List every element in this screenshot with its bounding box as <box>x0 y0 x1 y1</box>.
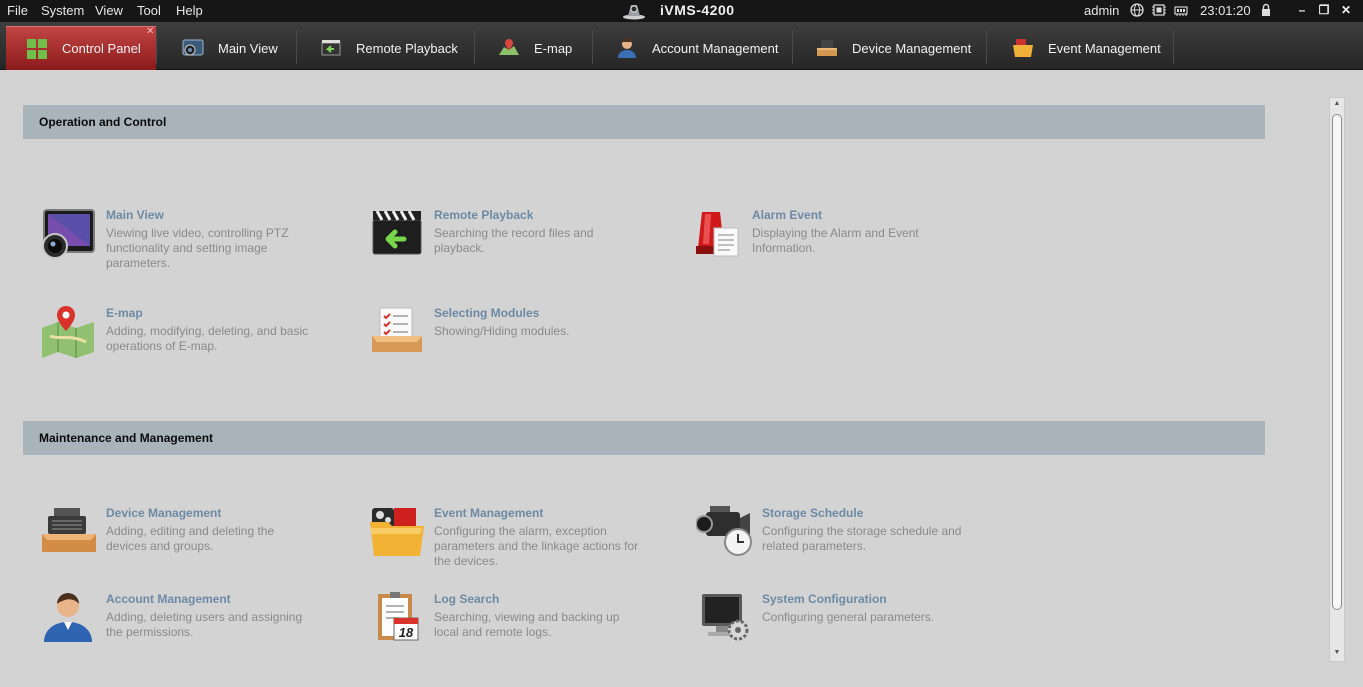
module-device-management[interactable]: Device Management Adding, editing and de… <box>40 506 340 556</box>
module-title: Account Management <box>106 592 231 606</box>
module-event-management[interactable]: Event Management Configuring the alarm, … <box>368 506 668 571</box>
module-emap[interactable]: E-map Adding, modifying, deleting, and b… <box>40 306 340 358</box>
tab-label: Device Management <box>852 40 972 56</box>
minimize-button[interactable]: – <box>1292 1 1312 19</box>
account-icon <box>618 37 636 58</box>
lock-icon[interactable] <box>1259 3 1273 17</box>
calendar-clipboard-icon: 18 <box>378 592 419 641</box>
device-tray-icon <box>42 508 96 552</box>
section-header-maintenance: Maintenance and Management <box>23 421 1265 455</box>
module-title: System Configuration <box>762 592 887 606</box>
camcorder-clock-icon <box>696 506 752 556</box>
tab-label: Main View <box>218 40 278 56</box>
module-description: Viewing live video, controlling PTZ func… <box>106 226 289 270</box>
module-title: Storage Schedule <box>762 506 864 520</box>
tab-label: Remote Playback <box>356 40 458 56</box>
main-tab-bar: Control Panel ✕ Main View Remote Playbac… <box>0 22 1363 70</box>
module-description: Showing/Hiding modules. <box>434 324 570 338</box>
module-title: Alarm Event <box>752 208 823 222</box>
tab-main-view[interactable]: Main View <box>182 26 278 70</box>
calendar-day-number: 18 <box>399 625 414 640</box>
tab-control-panel[interactable]: Control Panel <box>6 26 156 70</box>
checklist-tray-icon <box>372 307 422 352</box>
module-account-management[interactable]: Account Management Adding, deleting user… <box>40 592 340 642</box>
current-user[interactable]: admin <box>1084 3 1119 18</box>
restore-button[interactable]: ❐ <box>1314 1 1334 19</box>
clock: 23:01:20 <box>1200 3 1251 18</box>
module-description: Searching, viewing and backing up local … <box>434 610 620 639</box>
module-title: Device Management <box>106 506 222 520</box>
module-title: Remote Playback <box>434 208 534 222</box>
scroll-up-arrow-icon[interactable]: ▲ <box>1332 100 1342 107</box>
alarm-light-icon <box>696 212 739 257</box>
menu-tool[interactable]: Tool <box>137 3 161 18</box>
module-title: Main View <box>106 208 164 222</box>
module-storage-schedule[interactable]: Storage Schedule Configuring the storage… <box>696 506 996 556</box>
control-panel-icon <box>27 38 47 59</box>
module-log-search[interactable]: 18 Log Search Searching, viewing and bac… <box>368 592 668 642</box>
module-description: Searching the record files and playback. <box>434 226 594 255</box>
tab-device-management[interactable]: Device Management <box>816 26 971 70</box>
tab-remote-playback[interactable]: Remote Playback <box>320 26 458 70</box>
module-title: E-map <box>106 306 143 320</box>
cpu-icon <box>1152 4 1166 16</box>
menu-system[interactable]: System <box>41 3 84 18</box>
event-folder-icon <box>370 508 424 556</box>
main-view-icon <box>182 39 204 56</box>
module-description: Adding, modifying, deleting, and basic o… <box>106 324 309 353</box>
app-title: iVMS-4200 <box>660 2 735 18</box>
map-pin-icon <box>42 306 94 358</box>
menu-file[interactable]: File <box>7 3 28 18</box>
scroll-down-arrow-icon[interactable]: ▼ <box>1332 649 1342 656</box>
device-icon <box>817 40 837 56</box>
module-description: Displaying the Alarm and Event Informati… <box>752 226 919 255</box>
menu-help[interactable]: Help <box>176 3 203 18</box>
camera-lens-icon <box>42 209 95 259</box>
tab-emap[interactable]: E-map <box>498 26 572 70</box>
globe-icon[interactable] <box>1130 3 1144 17</box>
title-bar: File System View Tool Help iVMS-4200 adm… <box>0 0 1363 22</box>
module-main-view[interactable]: Main View Viewing live video, controllin… <box>40 208 340 270</box>
app-logo-icon <box>623 5 645 20</box>
module-title: Log Search <box>434 592 500 606</box>
module-selecting-modules[interactable]: Selecting Modules Showing/Hiding modules… <box>368 306 668 356</box>
vertical-scrollbar[interactable]: ▲ ▼ <box>1329 97 1345 662</box>
module-title: Event Management <box>434 506 544 520</box>
module-description: Configuring the alarm, exception paramet… <box>434 524 639 568</box>
monitor-gear-icon <box>702 594 749 641</box>
close-window-button[interactable]: ✕ <box>1336 1 1356 19</box>
tab-label: E-map <box>534 40 573 56</box>
module-description: Adding, deleting users and assigning the… <box>106 610 303 639</box>
emap-icon <box>499 39 519 55</box>
close-tab-icon[interactable]: ✕ <box>146 26 154 37</box>
module-description: Adding, editing and deleting the devices… <box>106 524 275 553</box>
tab-account-management[interactable]: Account Management <box>616 26 778 70</box>
event-icon <box>1013 39 1033 57</box>
control-panel-content: Operation and Control Main View Viewing … <box>0 71 1363 687</box>
tab-label: Account Management <box>652 40 779 56</box>
clapper-playback-icon <box>372 210 422 255</box>
user-avatar-icon <box>44 593 92 642</box>
module-description: Configuring general parameters. <box>762 610 935 624</box>
module-alarm-event[interactable]: Alarm Event Displaying the Alarm and Eve… <box>686 208 986 258</box>
scroll-thumb[interactable] <box>1332 114 1342 610</box>
module-description: Configuring the storage schedule and rel… <box>762 524 962 553</box>
menu-view[interactable]: View <box>95 3 123 18</box>
remote-playback-icon <box>321 40 341 56</box>
module-system-configuration[interactable]: System Configuration Configuring general… <box>696 592 996 642</box>
module-remote-playback[interactable]: Remote Playback Searching the record fil… <box>368 208 668 258</box>
ram-icon <box>1174 6 1188 16</box>
tab-event-management[interactable]: Event Management <box>1012 26 1161 70</box>
section-header-operation: Operation and Control <box>23 105 1265 139</box>
module-title: Selecting Modules <box>434 306 540 320</box>
tab-label: Control Panel <box>62 41 141 56</box>
tab-label: Event Management <box>1048 40 1161 56</box>
